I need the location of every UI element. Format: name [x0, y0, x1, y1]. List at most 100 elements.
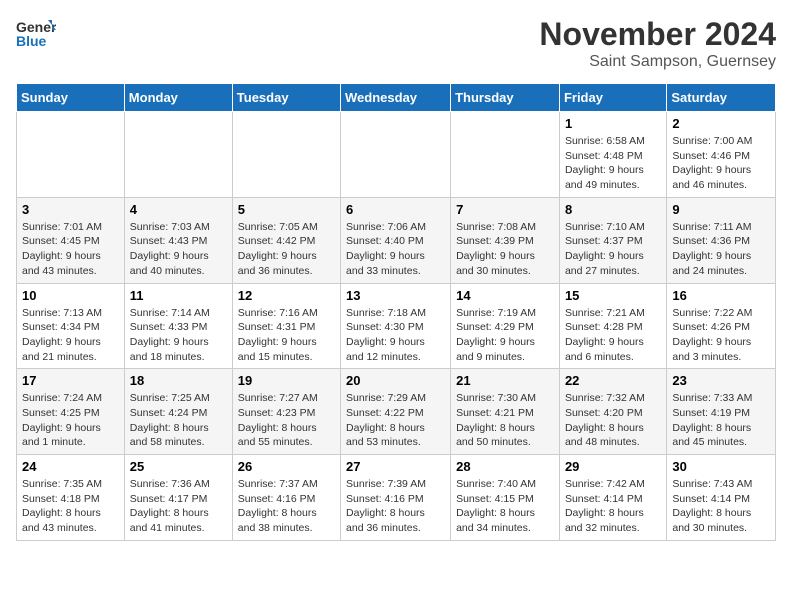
col-header-saturday: Saturday [667, 84, 776, 112]
day-info: Sunrise: 7:06 AM Sunset: 4:40 PM Dayligh… [346, 220, 445, 279]
calendar-cell: 19 Sunrise: 7:27 AM Sunset: 4:23 PM Dayli… [232, 369, 340, 455]
calendar-cell: 15 Sunrise: 7:21 AM Sunset: 4:28 PM Dayli… [559, 283, 666, 369]
day-info: Sunrise: 7:33 AM Sunset: 4:19 PM Dayligh… [672, 391, 770, 450]
day-info: Sunrise: 7:13 AM Sunset: 4:34 PM Dayligh… [22, 306, 119, 365]
calendar-header-row: SundayMondayTuesdayWednesdayThursdayFrid… [17, 84, 776, 112]
calendar-cell: 11 Sunrise: 7:14 AM Sunset: 4:33 PM Dayli… [124, 283, 232, 369]
day-info: Sunrise: 7:43 AM Sunset: 4:14 PM Dayligh… [672, 477, 770, 536]
day-info: Sunrise: 7:25 AM Sunset: 4:24 PM Dayligh… [130, 391, 227, 450]
day-number: 14 [456, 288, 554, 303]
col-header-sunday: Sunday [17, 84, 125, 112]
day-number: 20 [346, 373, 445, 388]
col-header-wednesday: Wednesday [341, 84, 451, 112]
calendar-cell: 17 Sunrise: 7:24 AM Sunset: 4:25 PM Dayli… [17, 369, 125, 455]
day-info: Sunrise: 7:10 AM Sunset: 4:37 PM Dayligh… [565, 220, 661, 279]
day-number: 15 [565, 288, 661, 303]
day-info: Sunrise: 7:21 AM Sunset: 4:28 PM Dayligh… [565, 306, 661, 365]
day-number: 1 [565, 116, 661, 131]
day-number: 30 [672, 459, 770, 474]
day-number: 25 [130, 459, 227, 474]
day-info: Sunrise: 7:19 AM Sunset: 4:29 PM Dayligh… [456, 306, 554, 365]
day-info: Sunrise: 7:24 AM Sunset: 4:25 PM Dayligh… [22, 391, 119, 450]
calendar-cell: 21Sunrise: 7:30 AM Sunset: 4:21 PM Dayli… [451, 369, 560, 455]
calendar-cell: 27Sunrise: 7:39 AM Sunset: 4:16 PM Dayli… [341, 455, 451, 541]
svg-text:Blue: Blue [16, 33, 47, 49]
calendar-cell: 13Sunrise: 7:18 AM Sunset: 4:30 PM Dayli… [341, 283, 451, 369]
title-area: November 2024 Saint Sampson, Guernsey [539, 16, 776, 71]
logo: General Blue [16, 16, 56, 50]
calendar-cell: 26Sunrise: 7:37 AM Sunset: 4:16 PM Dayli… [232, 455, 340, 541]
day-info: Sunrise: 7:30 AM Sunset: 4:21 PM Dayligh… [456, 391, 554, 450]
calendar-cell [341, 112, 451, 198]
day-info: Sunrise: 7:14 AM Sunset: 4:33 PM Dayligh… [130, 306, 227, 365]
calendar-cell: 5 Sunrise: 7:05 AM Sunset: 4:42 PM Daylig… [232, 197, 340, 283]
col-header-thursday: Thursday [451, 84, 560, 112]
day-number: 6 [346, 202, 445, 217]
calendar-week-1: 3 Sunrise: 7:01 AM Sunset: 4:45 PM Daylig… [17, 197, 776, 283]
day-info: Sunrise: 7:16 AM Sunset: 4:31 PM Dayligh… [238, 306, 335, 365]
calendar-cell: 8 Sunrise: 7:10 AM Sunset: 4:37 PM Daylig… [559, 197, 666, 283]
calendar-cell: 20 Sunrise: 7:29 AM Sunset: 4:22 PM Dayli… [341, 369, 451, 455]
calendar-cell: 30 Sunrise: 7:43 AM Sunset: 4:14 PM Dayli… [667, 455, 776, 541]
calendar-cell: 29 Sunrise: 7:42 AM Sunset: 4:14 PM Dayli… [559, 455, 666, 541]
day-number: 4 [130, 202, 227, 217]
calendar-cell [232, 112, 340, 198]
calendar-cell: 1 Sunrise: 6:58 AM Sunset: 4:48 PM Daylig… [559, 112, 666, 198]
day-info: Sunrise: 7:11 AM Sunset: 4:36 PM Dayligh… [672, 220, 770, 279]
calendar-cell: 23 Sunrise: 7:33 AM Sunset: 4:19 PM Dayli… [667, 369, 776, 455]
calendar-week-3: 17 Sunrise: 7:24 AM Sunset: 4:25 PM Dayli… [17, 369, 776, 455]
calendar-cell: 4 Sunrise: 7:03 AM Sunset: 4:43 PM Daylig… [124, 197, 232, 283]
calendar-cell: 7 Sunrise: 7:08 AM Sunset: 4:39 PM Daylig… [451, 197, 560, 283]
day-number: 24 [22, 459, 119, 474]
day-info: Sunrise: 7:42 AM Sunset: 4:14 PM Dayligh… [565, 477, 661, 536]
day-info: Sunrise: 6:58 AM Sunset: 4:48 PM Dayligh… [565, 134, 661, 193]
calendar-cell: 28 Sunrise: 7:40 AM Sunset: 4:15 PM Dayli… [451, 455, 560, 541]
day-number: 5 [238, 202, 335, 217]
location: Saint Sampson, Guernsey [539, 53, 776, 71]
day-number: 8 [565, 202, 661, 217]
calendar-cell: 3 Sunrise: 7:01 AM Sunset: 4:45 PM Daylig… [17, 197, 125, 283]
calendar-table: SundayMondayTuesdayWednesdayThursdayFrid… [16, 83, 776, 541]
day-info: Sunrise: 7:40 AM Sunset: 4:15 PM Dayligh… [456, 477, 554, 536]
day-number: 16 [672, 288, 770, 303]
calendar-cell: 2 Sunrise: 7:00 AM Sunset: 4:46 PM Daylig… [667, 112, 776, 198]
calendar-week-4: 24Sunrise: 7:35 AM Sunset: 4:18 PM Dayli… [17, 455, 776, 541]
day-number: 18 [130, 373, 227, 388]
day-info: Sunrise: 7:01 AM Sunset: 4:45 PM Dayligh… [22, 220, 119, 279]
day-number: 17 [22, 373, 119, 388]
calendar-cell: 10 Sunrise: 7:13 AM Sunset: 4:34 PM Dayli… [17, 283, 125, 369]
day-number: 29 [565, 459, 661, 474]
calendar-cell [17, 112, 125, 198]
day-number: 7 [456, 202, 554, 217]
calendar-cell [451, 112, 560, 198]
col-header-monday: Monday [124, 84, 232, 112]
day-number: 23 [672, 373, 770, 388]
calendar-cell: 12 Sunrise: 7:16 AM Sunset: 4:31 PM Dayli… [232, 283, 340, 369]
day-info: Sunrise: 7:03 AM Sunset: 4:43 PM Dayligh… [130, 220, 227, 279]
day-number: 13 [346, 288, 445, 303]
day-number: 12 [238, 288, 335, 303]
calendar-cell: 18 Sunrise: 7:25 AM Sunset: 4:24 PM Dayli… [124, 369, 232, 455]
day-info: Sunrise: 7:39 AM Sunset: 4:16 PM Dayligh… [346, 477, 445, 536]
day-number: 2 [672, 116, 770, 131]
day-number: 11 [130, 288, 227, 303]
day-number: 9 [672, 202, 770, 217]
day-number: 3 [22, 202, 119, 217]
day-info: Sunrise: 7:36 AM Sunset: 4:17 PM Dayligh… [130, 477, 227, 536]
day-info: Sunrise: 7:32 AM Sunset: 4:20 PM Dayligh… [565, 391, 661, 450]
day-info: Sunrise: 7:27 AM Sunset: 4:23 PM Dayligh… [238, 391, 335, 450]
calendar-cell: 24Sunrise: 7:35 AM Sunset: 4:18 PM Dayli… [17, 455, 125, 541]
day-info: Sunrise: 7:05 AM Sunset: 4:42 PM Dayligh… [238, 220, 335, 279]
calendar-cell [124, 112, 232, 198]
day-number: 22 [565, 373, 661, 388]
calendar-cell: 9 Sunrise: 7:11 AM Sunset: 4:36 PM Daylig… [667, 197, 776, 283]
header: General Blue November 2024 Saint Sampson… [16, 16, 776, 71]
day-info: Sunrise: 7:29 AM Sunset: 4:22 PM Dayligh… [346, 391, 445, 450]
day-info: Sunrise: 7:00 AM Sunset: 4:46 PM Dayligh… [672, 134, 770, 193]
day-info: Sunrise: 7:22 AM Sunset: 4:26 PM Dayligh… [672, 306, 770, 365]
calendar-cell: 6 Sunrise: 7:06 AM Sunset: 4:40 PM Daylig… [341, 197, 451, 283]
day-number: 10 [22, 288, 119, 303]
day-info: Sunrise: 7:08 AM Sunset: 4:39 PM Dayligh… [456, 220, 554, 279]
day-number: 28 [456, 459, 554, 474]
day-number: 19 [238, 373, 335, 388]
